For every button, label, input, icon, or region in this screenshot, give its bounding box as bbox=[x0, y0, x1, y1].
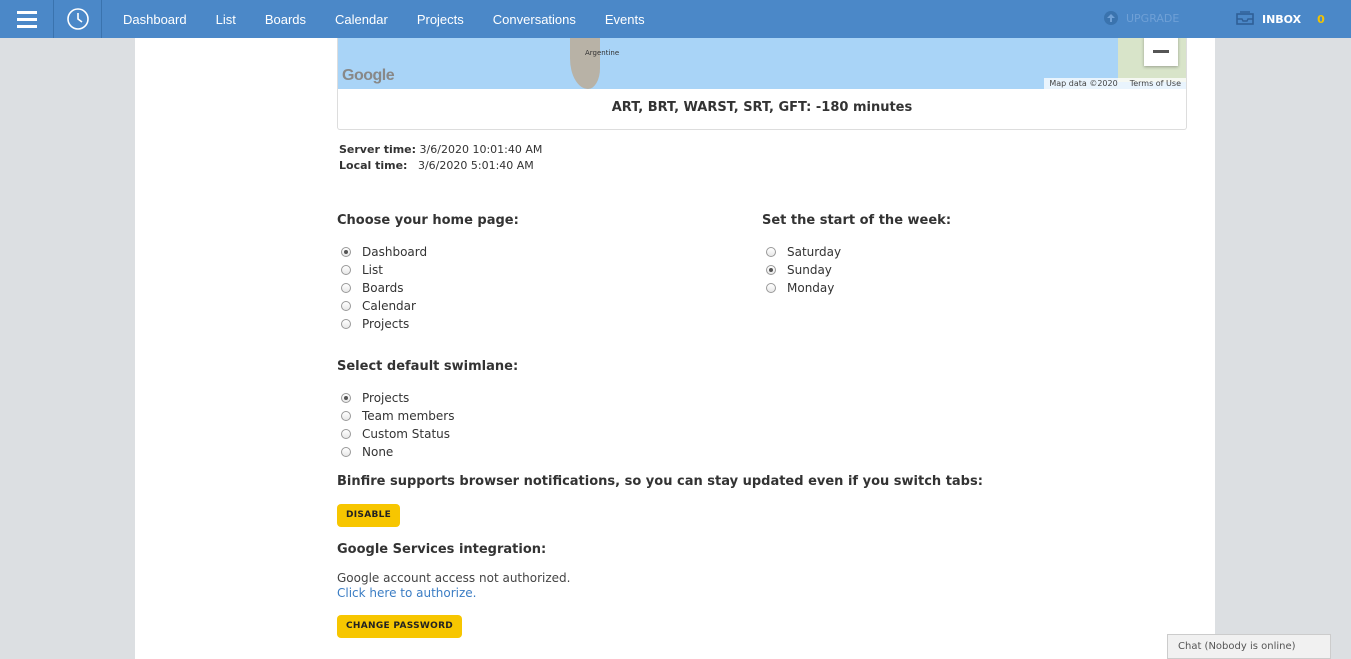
radio-label: List bbox=[362, 263, 383, 277]
map-country-label: Argentine bbox=[585, 49, 620, 57]
local-time-value: 3/6/2020 5:01:40 AM bbox=[417, 159, 534, 172]
nav-dashboard[interactable]: Dashboard bbox=[123, 12, 187, 27]
google-logo: Google bbox=[342, 67, 395, 84]
timezone-map[interactable]: Argentine Google Map data ©2020 Terms of… bbox=[338, 38, 1186, 89]
hamburger-menu-icon[interactable] bbox=[0, 0, 54, 38]
swimlane-title: Select default swimlane: bbox=[337, 359, 519, 374]
timezone-map-card: Argentine Google Map data ©2020 Terms of… bbox=[337, 38, 1187, 130]
map-landmass bbox=[570, 38, 600, 89]
radio-label: Saturday bbox=[787, 245, 842, 259]
radio-week-sunday[interactable]: Sunday bbox=[766, 261, 841, 279]
radio-swimlane-custom-status[interactable]: Custom Status bbox=[341, 425, 454, 443]
radio-home-dashboard[interactable]: Dashboard bbox=[341, 243, 427, 261]
radio-swimlane-none[interactable]: None bbox=[341, 443, 454, 461]
server-time-label: Server time: bbox=[339, 143, 417, 156]
radio-label: Team members bbox=[362, 409, 455, 423]
radio-button[interactable] bbox=[341, 429, 351, 439]
radio-label: Projects bbox=[362, 391, 410, 405]
radio-home-calendar[interactable]: Calendar bbox=[341, 297, 427, 315]
radio-button[interactable] bbox=[766, 265, 776, 275]
notifications-title: Binfire supports browser notifications, … bbox=[337, 474, 983, 489]
map-data-text: Map data ©2020 bbox=[1049, 79, 1118, 88]
nav-boards[interactable]: Boards bbox=[265, 12, 306, 27]
google-auth-status: Google account access not authorized. bbox=[337, 571, 571, 585]
radio-button[interactable] bbox=[766, 283, 776, 293]
radio-button[interactable] bbox=[341, 447, 351, 457]
inbox-icon bbox=[1236, 11, 1254, 28]
inbox-button[interactable]: INBOX 0 bbox=[1236, 11, 1325, 28]
arrow-up-icon bbox=[1104, 11, 1118, 25]
chat-widget[interactable]: Chat (Nobody is online) bbox=[1167, 634, 1331, 659]
upgrade-button[interactable]: UPGRADE bbox=[1104, 11, 1179, 25]
radio-label: Boards bbox=[362, 281, 404, 295]
swimlane-options: Projects Team members Custom Status None bbox=[341, 389, 454, 461]
radio-label: Monday bbox=[787, 281, 835, 295]
radio-swimlane-team-members[interactable]: Team members bbox=[341, 407, 454, 425]
authorize-google-link[interactable]: Click here to authorize. bbox=[337, 586, 477, 600]
top-nav-bar: Dashboard List Boards Calendar Projects … bbox=[0, 0, 1351, 38]
inbox-count-badge: 0 bbox=[1317, 13, 1325, 26]
main-nav: Dashboard List Boards Calendar Projects … bbox=[123, 12, 674, 27]
radio-label: Projects bbox=[362, 317, 410, 331]
week-start-title: Set the start of the week: bbox=[762, 213, 952, 228]
radio-button[interactable] bbox=[766, 247, 776, 257]
zoom-out-button[interactable] bbox=[1144, 38, 1178, 66]
radio-button[interactable] bbox=[341, 247, 351, 257]
minus-icon bbox=[1153, 49, 1169, 53]
disable-notifications-button[interactable]: DISABLE bbox=[337, 504, 401, 527]
week-start-options: Saturday Sunday Monday bbox=[766, 243, 841, 297]
home-page-options: Dashboard List Boards Calendar Projects bbox=[341, 243, 427, 333]
inbox-label: INBOX bbox=[1262, 13, 1302, 26]
map-attribution: Map data ©2020 Terms of Use bbox=[1044, 78, 1186, 89]
radio-label: Sunday bbox=[787, 263, 832, 277]
radio-label: Dashboard bbox=[362, 245, 428, 259]
time-info: Server time: 3/6/2020 10:01:40 AM Local … bbox=[339, 142, 542, 174]
radio-button[interactable] bbox=[341, 265, 351, 275]
clock-icon[interactable] bbox=[54, 0, 102, 38]
radio-label: Custom Status bbox=[362, 427, 451, 441]
radio-label: None bbox=[362, 445, 394, 459]
change-password-button[interactable]: CHANGE PASSWORD bbox=[337, 615, 463, 638]
radio-home-list[interactable]: List bbox=[341, 261, 427, 279]
radio-button[interactable] bbox=[341, 301, 351, 311]
server-time-value: 3/6/2020 10:01:40 AM bbox=[419, 143, 543, 156]
nav-calendar[interactable]: Calendar bbox=[335, 12, 388, 27]
nav-list[interactable]: List bbox=[216, 12, 236, 27]
radio-label: Calendar bbox=[362, 299, 416, 313]
radio-button[interactable] bbox=[341, 393, 351, 403]
nav-events[interactable]: Events bbox=[605, 12, 645, 27]
timezone-label: ART, BRT, WARST, SRT, GFT: -180 minutes bbox=[611, 100, 913, 115]
home-page-title: Choose your home page: bbox=[337, 213, 519, 228]
radio-week-monday[interactable]: Monday bbox=[766, 279, 841, 297]
nav-conversations[interactable]: Conversations bbox=[493, 12, 576, 27]
radio-button[interactable] bbox=[341, 319, 351, 329]
radio-home-boards[interactable]: Boards bbox=[341, 279, 427, 297]
local-time-label: Local time: bbox=[339, 159, 408, 172]
radio-swimlane-projects[interactable]: Projects bbox=[341, 389, 454, 407]
nav-projects[interactable]: Projects bbox=[417, 12, 464, 27]
settings-panel: Argentine Google Map data ©2020 Terms of… bbox=[135, 38, 1215, 659]
radio-button[interactable] bbox=[341, 283, 351, 293]
upgrade-label: UPGRADE bbox=[1126, 11, 1180, 25]
google-services-title: Google Services integration: bbox=[337, 542, 547, 557]
radio-home-projects[interactable]: Projects bbox=[341, 315, 427, 333]
radio-week-saturday[interactable]: Saturday bbox=[766, 243, 841, 261]
radio-button[interactable] bbox=[341, 411, 351, 421]
terms-of-use-link[interactable]: Terms of Use bbox=[1130, 79, 1181, 88]
